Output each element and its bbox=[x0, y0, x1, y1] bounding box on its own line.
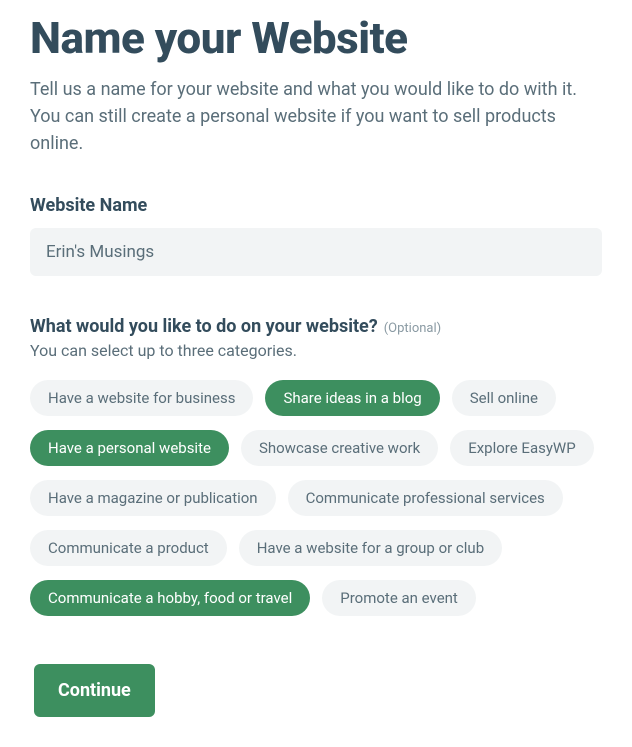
category-chip[interactable]: Communicate a product bbox=[30, 530, 227, 566]
category-chip[interactable]: Have a magazine or publication bbox=[30, 480, 276, 516]
category-chip[interactable]: Showcase creative work bbox=[241, 430, 438, 466]
category-chip[interactable]: Promote an event bbox=[322, 580, 476, 616]
category-chip[interactable]: Sell online bbox=[452, 380, 556, 416]
website-name-label: Website Name bbox=[30, 195, 602, 216]
category-chip[interactable]: Have a website for business bbox=[30, 380, 253, 416]
category-chip[interactable]: Communicate professional services bbox=[288, 480, 563, 516]
continue-button[interactable]: Continue bbox=[34, 664, 155, 717]
website-name-input[interactable] bbox=[30, 228, 602, 276]
category-question: What would you like to do on your websit… bbox=[30, 316, 378, 337]
category-chip[interactable]: Communicate a hobby, food or travel bbox=[30, 580, 310, 616]
category-chip[interactable]: Have a personal website bbox=[30, 430, 229, 466]
category-chips: Have a website for business Share ideas i… bbox=[30, 380, 602, 616]
page-subtitle: Tell us a name for your website and what… bbox=[30, 76, 602, 157]
category-chip[interactable]: Explore EasyWP bbox=[450, 430, 594, 466]
category-chip[interactable]: Share ideas in a blog bbox=[265, 380, 439, 416]
category-chip[interactable]: Have a website for a group or club bbox=[239, 530, 502, 566]
page-title: Name your Website bbox=[30, 12, 602, 64]
optional-tag: (Optional) bbox=[384, 321, 441, 336]
category-helper: You can select up to three categories. bbox=[30, 341, 602, 360]
